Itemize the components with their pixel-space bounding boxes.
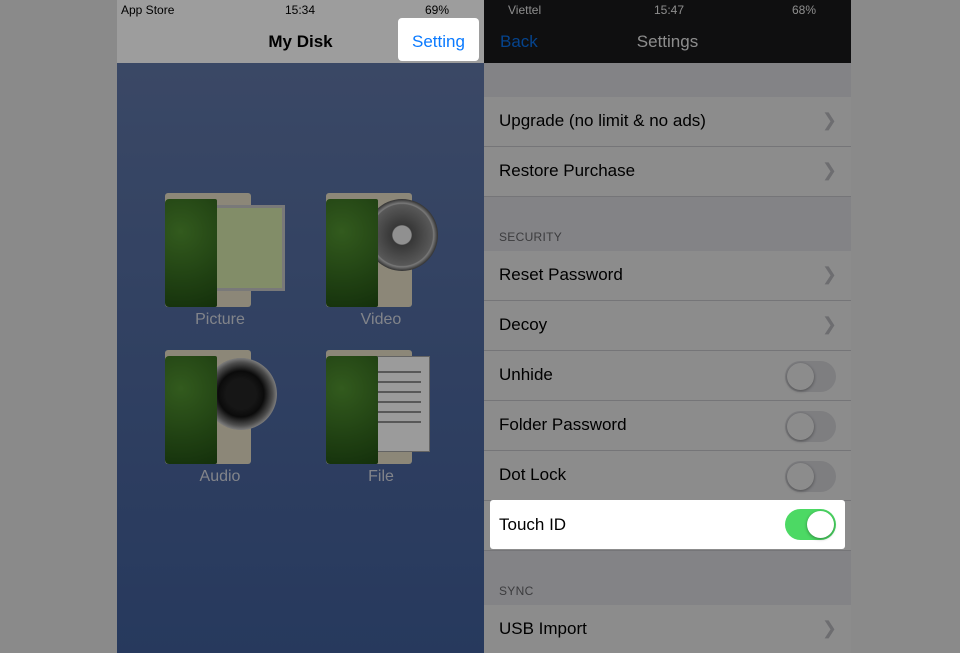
dot-lock-row: Dot Lock (484, 451, 851, 501)
battery-percent: 68% (792, 3, 817, 17)
dim-overlay (117, 0, 484, 653)
setting-button[interactable]: Setting (412, 32, 465, 52)
row-label: Touch ID (499, 515, 567, 534)
row-label: Upgrade (no limit & no ads) (499, 111, 706, 130)
navigation-bar: Settings Back (484, 20, 851, 63)
dot-lock-toggle[interactable] (785, 461, 836, 492)
back-button[interactable]: Back (500, 32, 538, 52)
row-label: Decoy (499, 315, 548, 334)
chevron-right-icon: ❯ (821, 264, 837, 284)
row-label: Folder Password (499, 415, 627, 434)
touch-id-toggle[interactable] (785, 509, 836, 540)
row-label: Dot Lock (499, 465, 567, 484)
settings-screen: Viettel 15:47 68% Settings Back Upgrade … (484, 0, 851, 653)
row-label: Unhide (499, 365, 553, 384)
unhide-row: Unhide (484, 351, 851, 401)
unhide-toggle[interactable] (785, 361, 836, 392)
chevron-right-icon: ❯ (821, 314, 837, 334)
restore-purchase-row[interactable]: Restore Purchase ❯ (484, 147, 851, 197)
row-label: Restore Purchase (499, 161, 636, 180)
row-label: USB Import (499, 619, 587, 638)
settings-header: Viettel 15:47 68% Settings Back (484, 0, 851, 63)
carrier-name: Viettel (508, 3, 542, 17)
folder-password-toggle[interactable] (785, 411, 836, 442)
page-title: Settings (636, 32, 699, 51)
chevron-right-icon: ❯ (821, 110, 837, 130)
usb-import-row[interactable]: USB Import ❯ (484, 605, 851, 653)
chevron-right-icon: ❯ (821, 618, 837, 638)
reset-password-row[interactable]: Reset Password ❯ (484, 251, 851, 301)
status-bar: Viettel 15:47 68% (484, 0, 851, 20)
touch-id-row: Touch ID (490, 500, 845, 549)
my-disk-screen: App Store 15:34 69% My Disk Picture Vide… (117, 0, 484, 653)
row-label: Reset Password (499, 265, 623, 284)
status-time: 15:47 (654, 3, 685, 17)
folder-password-row: Folder Password (484, 401, 851, 451)
decoy-row[interactable]: Decoy ❯ (484, 301, 851, 351)
chevron-right-icon: ❯ (821, 160, 837, 180)
sync-section-header: SYNC (499, 584, 534, 598)
upgrade-row[interactable]: Upgrade (no limit & no ads) ❯ (484, 97, 851, 147)
security-section-header: SECURITY (499, 230, 563, 244)
